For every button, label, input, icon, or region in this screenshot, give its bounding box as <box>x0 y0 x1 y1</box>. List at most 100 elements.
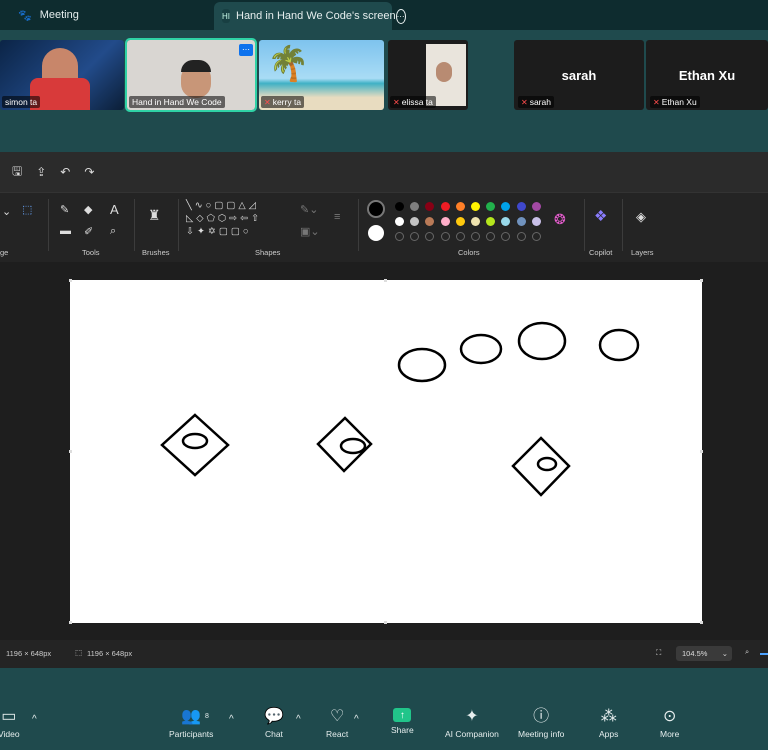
color-swatch[interactable] <box>501 202 511 211</box>
video-options-caret[interactable]: ^ <box>32 714 37 725</box>
custom-color-slot[interactable] <box>486 232 496 241</box>
participant-name: ✕ sarah <box>518 96 554 108</box>
shapes-gallery[interactable]: ╲∿○▢▢△◿ ◺◇⬠⬡⇨⇦⇧ ⇩✦✡▢▢○ <box>186 199 262 238</box>
custom-color-slot[interactable] <box>410 232 420 241</box>
color-swatch[interactable] <box>531 202 541 211</box>
chat-icon: 💬 <box>264 708 284 725</box>
select-icon[interactable]: ⬚ <box>22 203 32 216</box>
color-swatch[interactable] <box>455 217 465 226</box>
participant-name: Hand in Hand We Code <box>129 96 225 108</box>
primary-color-swatch[interactable] <box>367 200 385 218</box>
participant-tile[interactable]: ✕ elissa ta <box>388 40 468 110</box>
brush-icon[interactable]: ♜ <box>148 207 161 224</box>
secondary-color-swatch[interactable] <box>368 225 384 241</box>
color-swatch[interactable] <box>425 217 435 226</box>
color-swatch[interactable] <box>501 217 511 226</box>
zoom-dropdown[interactable]: 104.5% ⌄ <box>676 646 732 661</box>
custom-color-slot[interactable] <box>471 232 480 241</box>
paint-quick-toolbar: 🖫 ⇪ ↶ ↷ <box>0 152 768 192</box>
selection-size-label: 1196 × 648px <box>87 649 133 658</box>
chat-options-caret[interactable]: ^ <box>296 714 301 725</box>
react-button[interactable]: ♡ React <box>326 708 348 739</box>
fit-to-window-icon[interactable]: ⛶ <box>656 648 661 658</box>
participant-tile[interactable]: sarah ✕ sarah <box>514 40 644 110</box>
custom-color-slot[interactable] <box>516 232 526 241</box>
drawn-oval <box>598 328 640 362</box>
color-swatch[interactable] <box>471 217 480 226</box>
undo-icon[interactable]: ↶ <box>60 165 70 179</box>
apps-button[interactable]: ⁂ Apps <box>599 708 618 739</box>
color-swatch[interactable] <box>440 202 450 211</box>
color-swatch[interactable] <box>486 202 496 211</box>
participants-options-caret[interactable]: ^ <box>229 714 234 725</box>
chat-button[interactable]: 💬 Chat <box>264 708 284 739</box>
share-button[interactable]: ↑ Share <box>391 708 414 735</box>
color-swatch[interactable] <box>516 202 526 211</box>
share-icon[interactable]: ⇪ <box>36 165 46 179</box>
color-swatch[interactable] <box>395 217 404 226</box>
video-button[interactable]: ▭ Video <box>0 708 20 739</box>
custom-color-slot[interactable] <box>395 232 404 241</box>
fill-style-icon[interactable]: ▣⌄ <box>300 225 320 238</box>
color-swatch[interactable] <box>425 202 435 211</box>
custom-color-slot[interactable] <box>425 232 435 241</box>
edit-colors-icon[interactable]: ❂ <box>554 211 566 228</box>
meeting-info-button[interactable]: ⓘ Meeting info <box>518 708 564 739</box>
more-icon[interactable]: ⋯ <box>239 44 253 56</box>
custom-color-slot[interactable] <box>455 232 465 241</box>
participant-tile[interactable]: Ethan Xu ✕ Ethan Xu <box>646 40 768 110</box>
color-swatch[interactable] <box>440 217 450 226</box>
participant-tile[interactable]: 🌴 ✕ kerry ta <box>259 40 384 110</box>
paint-ribbon: ⌄ ⬚ ge ✎ ◆ A ▬ ✐ ⌕ Tools ♜ Brushes ╲∿○▢▢… <box>0 192 768 264</box>
custom-color-slot[interactable] <box>440 232 450 241</box>
info-icon: ⓘ <box>533 708 550 725</box>
text-icon[interactable]: A <box>110 202 119 217</box>
outline-icon[interactable]: ✎⌄ <box>300 203 318 216</box>
zoom-slider[interactable] <box>760 653 768 655</box>
save-icon[interactable]: 🖫 <box>12 162 22 183</box>
participant-tile[interactable]: ⋯ Hand in Hand We Code <box>125 38 257 112</box>
sharer-initials: HI <box>222 9 230 23</box>
color-swatch[interactable] <box>410 217 420 226</box>
drawing-canvas[interactable] <box>69 279 703 624</box>
color-swatch[interactable] <box>516 217 526 226</box>
copilot-icon[interactable]: ❖ <box>594 207 607 225</box>
more-button[interactable]: ⊙ More <box>660 708 679 739</box>
zoom-out-icon[interactable]: ⌕ <box>745 647 749 657</box>
palm-tree-icon: 🌴 <box>267 45 310 83</box>
group-label-brushes: Brushes <box>142 248 170 257</box>
more-options-icon[interactable]: ⋯ <box>395 8 406 24</box>
custom-color-slot[interactable] <box>501 232 511 241</box>
color-swatch[interactable] <box>471 202 480 211</box>
pencil-icon[interactable]: ✎ <box>60 203 69 216</box>
screen-share-tab[interactable]: HI Hand in Hand We Code's screen ⋯ <box>214 2 406 30</box>
drawn-oval <box>397 347 447 383</box>
apps-icon: ⁂ <box>600 708 617 725</box>
participant-strip: simon ta ⋯ Hand in Hand We Code 🌴 ✕ kerry… <box>0 36 768 114</box>
color-swatch[interactable] <box>455 202 465 211</box>
mic-off-icon: ✕ <box>521 97 528 107</box>
magnifier-icon[interactable]: ⌕ <box>110 225 116 238</box>
color-swatch[interactable] <box>531 217 541 226</box>
canvas-size-label: 1196 × 648px <box>6 649 52 658</box>
react-options-caret[interactable]: ^ <box>354 714 359 725</box>
redo-icon[interactable]: ↷ <box>84 165 94 179</box>
color-picker-icon[interactable]: ✐ <box>84 225 93 238</box>
participant-tile[interactable]: simon ta <box>0 40 124 110</box>
chevron-down-icon[interactable]: ⌄ <box>2 205 11 218</box>
color-swatch[interactable] <box>486 217 496 226</box>
custom-color-slot[interactable] <box>531 232 541 241</box>
ai-companion-button[interactable]: ✦ AI Companion <box>445 708 499 739</box>
layers-icon[interactable]: ◈ <box>636 209 646 225</box>
group-label-copilot: Copilot <box>589 248 613 257</box>
color-swatch[interactable] <box>410 202 420 211</box>
drawn-oval <box>459 333 503 365</box>
eraser-icon[interactable]: ▬ <box>60 225 71 237</box>
participant-name: ✕ elissa ta <box>390 96 436 108</box>
fill-icon[interactable]: ◆ <box>84 203 92 216</box>
size-icon[interactable]: ≡ <box>334 211 340 223</box>
color-swatch[interactable] <box>395 202 404 211</box>
heart-icon: ♡ <box>329 708 345 725</box>
canvas-drawing <box>160 321 640 497</box>
meeting-tab[interactable]: 🐾 Meeting <box>18 0 79 30</box>
